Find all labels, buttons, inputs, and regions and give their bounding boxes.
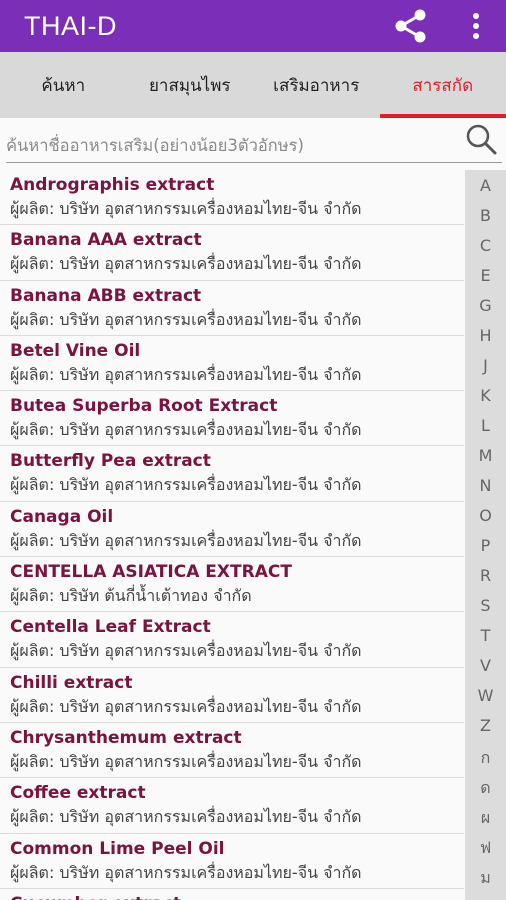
index-letter[interactable]: ม <box>465 866 506 891</box>
index-letter[interactable]: O <box>465 506 506 525</box>
item-manufacturer: ผู้ผลิต: บริษัท อุตสาหกรรมเครื่องหอมไทย-… <box>10 530 362 550</box>
index-letter[interactable]: ผ <box>465 806 506 831</box>
item-name: Andrographis extract <box>10 175 215 195</box>
tab-bar: ค้นหา ยาสมุนไพร เสริมอาหาร สารสกัด <box>0 52 506 118</box>
index-letter[interactable]: B <box>465 206 506 225</box>
tab-supplements[interactable]: เสริมอาหาร <box>253 52 380 118</box>
item-name: Banana AAA extract <box>10 230 202 251</box>
index-letter[interactable]: M <box>465 446 506 465</box>
item-name: Canaga Oil <box>10 506 114 527</box>
list-item[interactable]: Chilli extract ผู้ผลิต: บริษัท อุตสาหกรรม… <box>0 668 464 723</box>
index-letter[interactable]: W <box>465 686 506 705</box>
list-item[interactable]: Centella Leaf Extract ผู้ผลิต: บริษัท อุต… <box>0 612 464 668</box>
item-manufacturer: ผู้ผลิต: บริษัท อุตสาหกรรมเครื่องหอมไทย-… <box>10 254 362 274</box>
index-letter[interactable]: A <box>465 176 506 195</box>
item-name: Coffee extract <box>10 783 146 804</box>
index-letter[interactable]: S <box>465 596 506 615</box>
item-name: Common Lime Peel Oil <box>10 838 225 859</box>
item-manufacturer: ผู้ผลิต: บริษัท อุตสาหกรรมเครื่องหอมไทย-… <box>10 696 362 716</box>
item-manufacturer: ผู้ผลิต: บริษัท อุตสาหกรรมเครื่องหอมไทย-… <box>10 420 362 440</box>
item-name: Butea Superba Root Extract <box>10 396 278 417</box>
tab-extracts[interactable]: สารสกัด <box>379 52 506 118</box>
more-vert-icon[interactable] <box>458 6 494 46</box>
list-item[interactable]: Betel Vine Oil ผู้ผลิต: บริษัท อุตสาหกรรม… <box>0 336 464 392</box>
index-letter[interactable]: L <box>465 416 506 435</box>
item-name: Chrysanthemum extract <box>10 727 242 748</box>
app-bar: THAI-D <box>0 0 506 52</box>
index-letter[interactable]: G <box>465 296 506 315</box>
item-name: CENTELLA ASIATICA EXTRACT <box>10 562 292 583</box>
item-manufacturer: ผู้ผลิต: บริษัท อุตสาหกรรมเครื่องหอมไทย-… <box>10 364 362 384</box>
share-icon[interactable] <box>391 6 431 46</box>
list-item[interactable]: Chrysanthemum extract ผู้ผลิต: บริษัท อุต… <box>0 723 464 779</box>
item-name: Butterfly Pea extract <box>10 451 211 472</box>
list-item[interactable]: Common Lime Peel Oil ผู้ผลิต: บริษัท อุตส… <box>0 834 464 889</box>
item-manufacturer: ผู้ผลิต: บริษัท ต้นกี่น้ำเต้าทอง จำกัด <box>10 586 252 606</box>
index-letter[interactable]: K <box>465 386 506 405</box>
list-item[interactable]: Butea Superba Root Extract ผู้ผลิต: บริษั… <box>0 391 464 447</box>
index-letter[interactable]: T <box>465 626 506 645</box>
index-letter[interactable]: C <box>465 236 506 255</box>
index-letter[interactable]: ก <box>465 746 506 771</box>
list-item[interactable]: Cucumber extract <box>0 889 464 900</box>
item-manufacturer: ผู้ผลิต: บริษัท อุตสาหกรรมเครื่องหอมไทย-… <box>10 862 362 882</box>
list-item[interactable]: CENTELLA ASIATICA EXTRACT ผู้ผลิต: บริษัท… <box>0 557 464 613</box>
tab-herbal-medicine[interactable]: ยาสมุนไพร <box>127 52 254 118</box>
item-manufacturer: ผู้ผลิต: บริษัท อุตสาหกรรมเครื่องหอมไทย-… <box>10 807 362 827</box>
list-item[interactable]: Banana AAA extract ผู้ผลิต: บริษัท อุตสาห… <box>0 225 464 281</box>
search-input[interactable] <box>6 128 456 162</box>
item-manufacturer: ผู้ผลิต: บริษัท อุตสาหกรรมเครื่องหอมไทย-… <box>10 309 362 329</box>
index-letter[interactable]: J <box>465 356 506 375</box>
tab-search[interactable]: ค้นหา <box>0 52 127 118</box>
index-letter[interactable]: R <box>465 566 506 585</box>
index-letter[interactable]: H <box>465 326 506 345</box>
search-bar <box>0 118 506 168</box>
item-name: Chilli extract <box>10 672 133 693</box>
item-name: Cucumber extract <box>10 893 464 900</box>
item-name: Banana ABB extract <box>10 285 202 306</box>
alphabet-index[interactable]: ABCEGHJKLMNOPRSTVWZกดผฟม <box>465 170 506 900</box>
item-manufacturer: ผู้ผลิต: บริษัท อุตสาหกรรมเครื่องหอมไทย-… <box>10 475 362 495</box>
list-item[interactable]: Canaga Oil ผู้ผลิต: บริษัท อุตสาหกรรมเครื… <box>0 502 464 558</box>
item-manufacturer: ผู้ผลิต: บริษัท อุตสาหกรรมเครื่องหอมไทย-… <box>10 199 362 218</box>
index-letter[interactable]: ฟ <box>465 836 506 861</box>
app-title: THAI-D <box>24 10 117 41</box>
index-letter[interactable]: Z <box>465 716 506 735</box>
list-item[interactable]: Butterfly Pea extract ผู้ผลิต: บริษัท อุต… <box>0 446 464 502</box>
item-manufacturer: ผู้ผลิต: บริษัท อุตสาหกรรมเครื่องหอมไทย-… <box>10 751 362 771</box>
list-item[interactable]: Banana ABB extract ผู้ผลิต: บริษัท อุตสาห… <box>0 281 464 336</box>
search-icon[interactable] <box>464 122 498 160</box>
search-underline <box>6 162 502 163</box>
index-letter[interactable]: E <box>465 266 506 285</box>
item-name: Centella Leaf Extract <box>10 617 211 638</box>
index-letter[interactable]: N <box>465 476 506 495</box>
index-letter[interactable]: V <box>465 656 506 675</box>
index-letter[interactable]: P <box>465 536 506 555</box>
extract-list: Andrographis extract ผู้ผลิต: บริษัท อุตส… <box>0 170 464 900</box>
list-item[interactable]: Coffee extract ผู้ผลิต: บริษัท อุตสาหกรรม… <box>0 778 464 834</box>
list-item[interactable]: Andrographis extract ผู้ผลิต: บริษัท อุตส… <box>0 170 464 226</box>
item-manufacturer: ผู้ผลิต: บริษัท อุตสาหกรรมเครื่องหอมไทย-… <box>10 641 362 661</box>
item-name: Betel Vine Oil <box>10 340 141 361</box>
index-letter[interactable]: ด <box>465 776 506 801</box>
